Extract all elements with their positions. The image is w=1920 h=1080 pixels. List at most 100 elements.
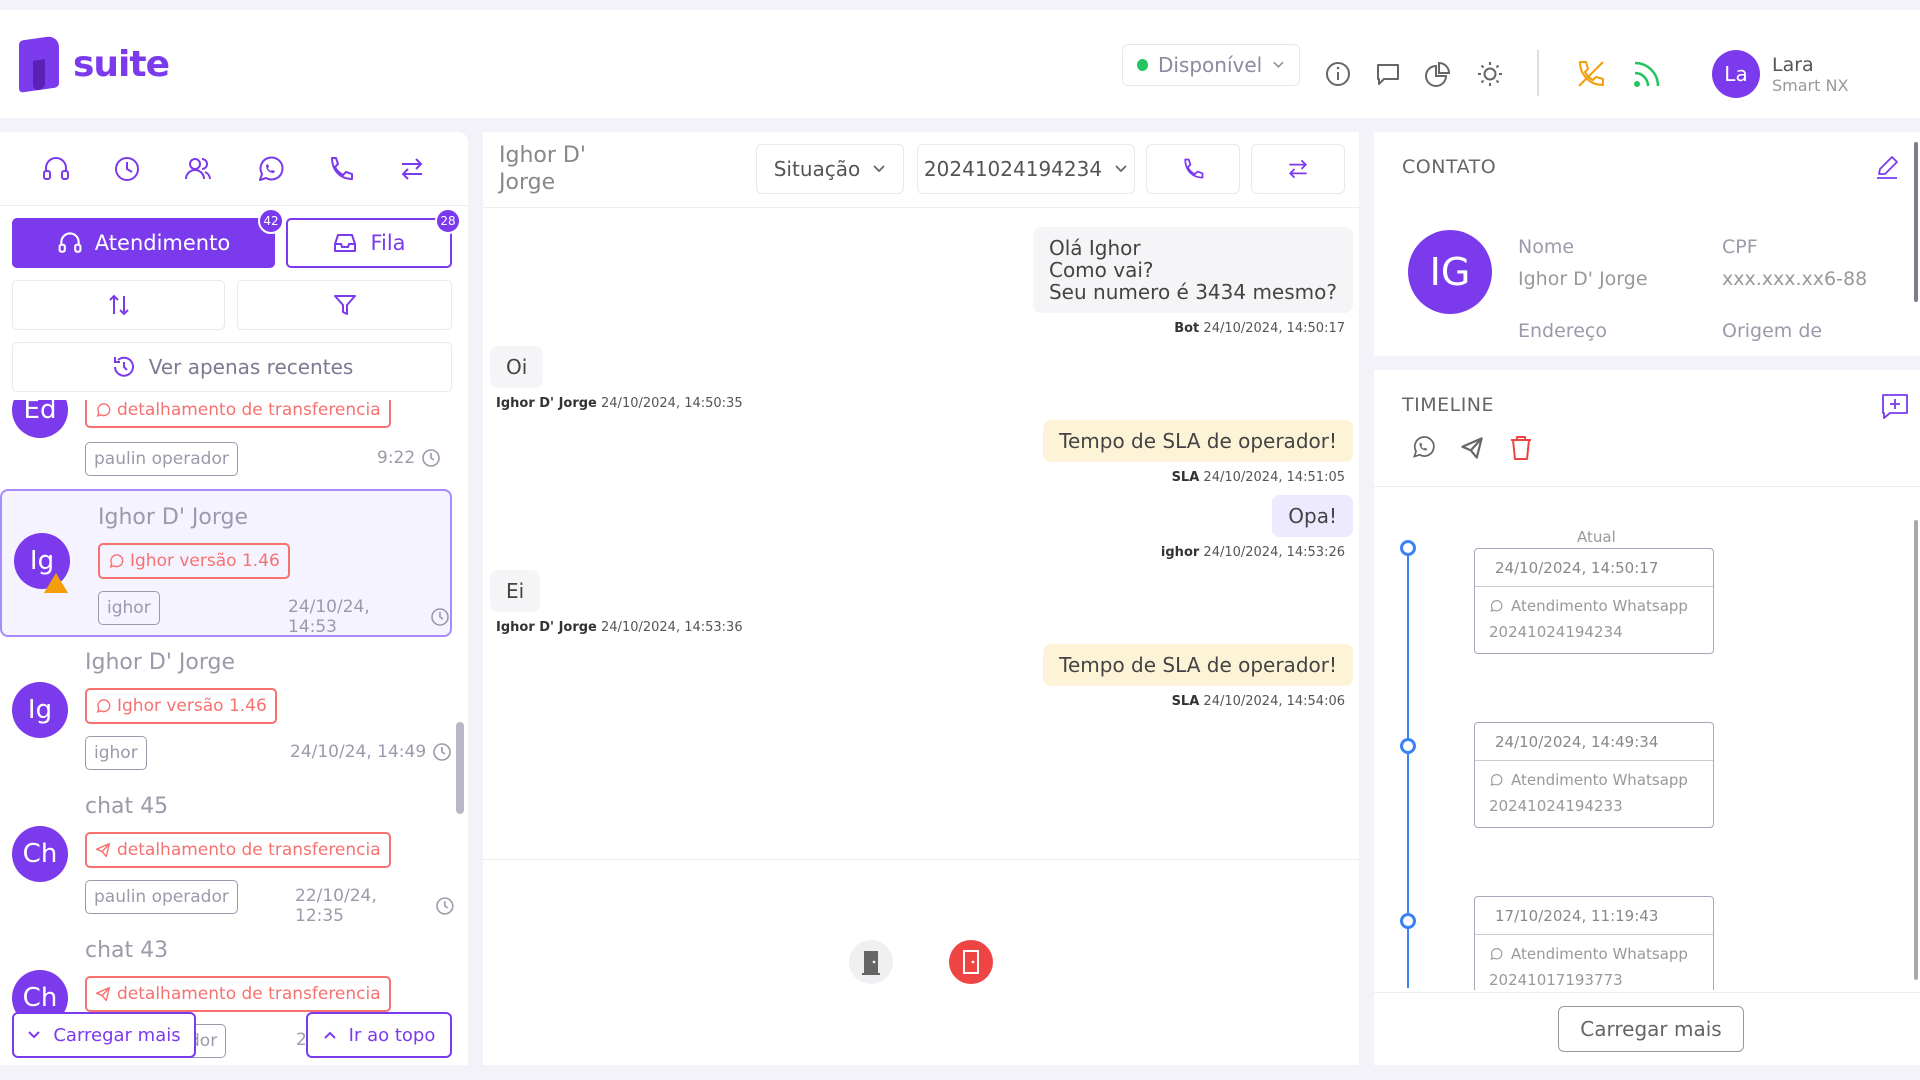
info-icon[interactable] <box>1324 60 1352 88</box>
whatsapp-icon <box>1490 948 1503 961</box>
sort-button[interactable] <box>12 280 225 330</box>
chat-operator: paulin operador <box>85 880 238 914</box>
timeline-protocol: 20241024194234 <box>1489 623 1623 641</box>
cpf-label: CPF <box>1722 236 1758 258</box>
user-avatar[interactable]: La <box>1712 50 1760 98</box>
timeline-card-date: 17/10/2024, 11:19:43 <box>1475 897 1713 935</box>
pie-chart-icon[interactable] <box>1424 60 1452 88</box>
timeline-card[interactable]: 24/10/2024, 14:49:34 Atendimento Whatsap… <box>1474 722 1714 828</box>
message-author: Ighor D' Jorge <box>496 620 597 635</box>
whatsapp-icon <box>1490 774 1503 787</box>
transfer-icon[interactable] <box>394 151 430 187</box>
atendimento-label: Atendimento <box>94 231 231 255</box>
go-top-button[interactable]: Ir ao topo <box>306 1012 452 1058</box>
clock-icon[interactable] <box>109 151 145 187</box>
chevron-down-icon <box>1115 165 1127 173</box>
chat-time-label: 22/10/24, 12:35 <box>295 886 377 926</box>
message-author: SLA <box>1171 694 1200 709</box>
atendimento-button[interactable]: Atendimento <box>12 218 275 268</box>
load-more-button[interactable]: Carregar mais <box>12 1012 196 1058</box>
door-icon <box>862 951 880 975</box>
chat-list-scrollbar[interactable] <box>456 722 464 814</box>
timeline-channel: Atendimento Whatsapp <box>1511 945 1688 963</box>
chat-tag: Ighor versão 1.46 <box>85 688 277 724</box>
timeline-card-body: Atendimento Whatsapp 20241024194234 <box>1475 587 1713 653</box>
sun-icon[interactable] <box>1476 60 1504 88</box>
chat-list-item-active[interactable]: Ig Ighor D' Jorge Ighor versão 1.46 igho… <box>0 489 452 637</box>
whatsapp-icon[interactable] <box>1410 434 1436 464</box>
protocol-select[interactable]: 20241024194234 <box>917 144 1135 194</box>
chat-time: 9:22 <box>377 448 441 468</box>
chat-time: 24/10/24, 14:49 <box>290 742 452 762</box>
chat-icon[interactable] <box>1374 60 1402 88</box>
timeline-card[interactable]: 17/10/2024, 11:19:43 Atendimento Whatsap… <box>1474 896 1714 990</box>
timeline-load-more-button[interactable]: Carregar mais <box>1558 1006 1744 1052</box>
chevron-down-icon <box>873 165 885 173</box>
status-select[interactable]: Disponível <box>1122 44 1300 86</box>
phone-icon <box>1184 158 1204 179</box>
chat-operator: ighor <box>98 591 160 625</box>
clock-icon <box>436 897 454 915</box>
chat-time: 24/10/24, 14:53 <box>288 597 450 637</box>
timeline-divider <box>1374 486 1920 487</box>
chat-header: Ighor D' Jorge Situação 20241024194234 <box>483 132 1359 208</box>
trash-icon[interactable] <box>1508 434 1534 466</box>
header-divider <box>1537 50 1539 96</box>
message-meta: Ighor D' Jorge 24/10/2024, 14:50:35 <box>496 396 743 411</box>
edit-icon[interactable] <box>1874 154 1900 184</box>
timeline-scrollbar[interactable] <box>1914 520 1918 980</box>
fila-label: Fila <box>370 231 406 255</box>
phone-icon[interactable] <box>323 151 359 187</box>
chat-name: chat 43 <box>85 938 169 963</box>
add-note-icon[interactable] <box>1880 392 1910 426</box>
phone-off-icon[interactable] <box>1574 57 1608 91</box>
recent-label: Ver apenas recentes <box>148 355 354 379</box>
timeline-protocol: 20241024194233 <box>1489 797 1623 815</box>
end-chat-button[interactable] <box>949 940 993 984</box>
chat-operator: ighor <box>85 736 147 770</box>
message-bubble-client: Oi <box>490 346 544 388</box>
filter-button[interactable] <box>237 280 452 330</box>
telegram-icon[interactable] <box>1460 436 1484 464</box>
headset-icon[interactable] <box>38 151 74 187</box>
whatsapp-icon <box>96 403 111 417</box>
timeline-clip: 17/10/2024, 11:19:43 Atendimento Whatsap… <box>1374 896 1920 990</box>
call-button[interactable] <box>1146 144 1240 194</box>
transfer-icon <box>1288 159 1308 179</box>
timeline-dot <box>1400 738 1416 754</box>
transfer-button[interactable] <box>1251 144 1345 194</box>
telegram-icon <box>95 842 111 858</box>
chat-time: 22/10/24, 12:35 <box>295 886 455 926</box>
timeline-dot <box>1400 540 1416 556</box>
rss-icon[interactable] <box>1630 57 1664 91</box>
timeline-card-body: Atendimento Whatsapp 20241017193773 <box>1475 935 1713 990</box>
chat-list-item[interactable]: Ch chat 45 detalhamento de transferencia… <box>0 788 455 928</box>
fila-count-badge: 28 <box>435 208 461 234</box>
users-icon[interactable] <box>180 151 216 187</box>
chat-tag: detalhamento de transferencia <box>85 400 391 428</box>
chat-tag-label: detalhamento de transferencia <box>117 840 381 860</box>
situacao-select[interactable]: Situação <box>756 144 904 194</box>
recent-only-button[interactable]: Ver apenas recentes <box>12 342 452 392</box>
contact-scrollbar[interactable] <box>1914 142 1918 302</box>
timeline-card[interactable]: 24/10/2024, 14:50:17 Atendimento Whatsap… <box>1474 548 1714 654</box>
nome-label: Nome <box>1518 236 1575 258</box>
protocol-label: 20241024194234 <box>923 157 1103 181</box>
message-meta: ighor 24/10/2024, 14:53:26 <box>1161 545 1345 560</box>
door-open-icon <box>963 950 979 974</box>
message-bubble-bot: Olá Ighor Como vai? Seu numero é 3434 me… <box>1032 227 1353 313</box>
fila-button[interactable]: Fila <box>286 218 452 268</box>
message-author: SLA <box>1171 470 1200 485</box>
message-meta: SLA 24/10/2024, 14:51:05 <box>1172 470 1345 485</box>
chat-operator: paulin operador <box>85 442 238 476</box>
chat-tag-label: Ighor versão 1.46 <box>117 696 267 716</box>
chat-list-item[interactable]: Ig Ighor D' Jorge Ighor versão 1.46 igho… <box>0 644 455 784</box>
left-tab-bar <box>0 132 468 206</box>
clock-icon <box>433 743 451 761</box>
exit-door-button[interactable] <box>849 940 893 984</box>
whatsapp-icon[interactable] <box>252 151 288 187</box>
status-dot <box>1137 59 1148 71</box>
suite-logo[interactable]: suite <box>19 35 170 93</box>
chat-list-item[interactable]: Ed detalhamento de transferencia paulin … <box>0 400 455 480</box>
sort-icon <box>108 294 129 316</box>
